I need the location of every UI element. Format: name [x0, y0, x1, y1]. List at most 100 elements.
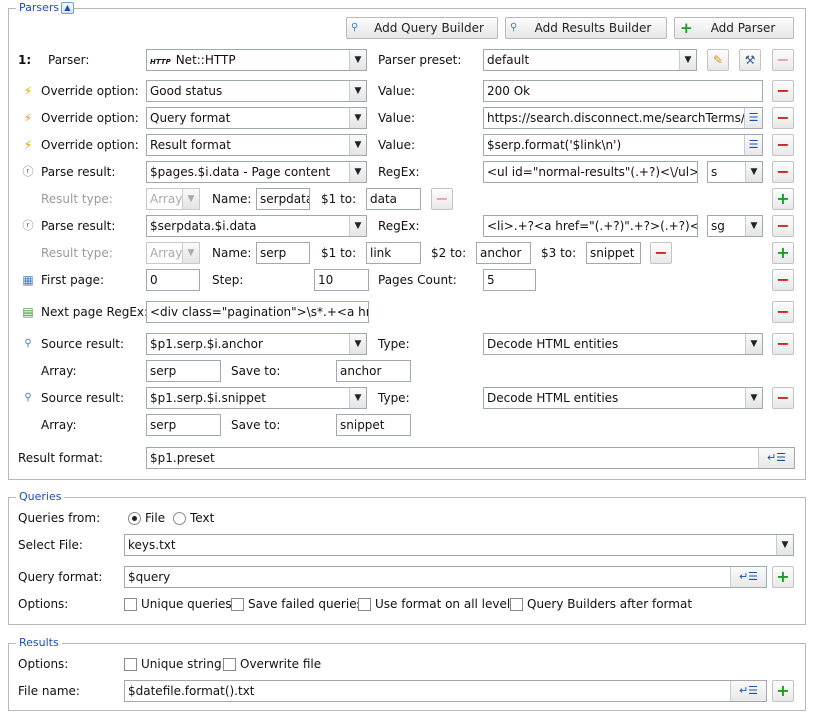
format-tools-icon[interactable]: ↵☰: [730, 681, 766, 701]
query-format-input[interactable]: $query ↵☰: [124, 566, 767, 588]
array-input[interactable]: serp: [146, 360, 221, 382]
remove-source-result-button[interactable]: −: [772, 333, 794, 355]
save-to-input[interactable]: anchor: [336, 360, 411, 382]
value-label: Value:: [378, 138, 415, 152]
lightning-icon: ⚡: [23, 111, 33, 125]
pages-count-input[interactable]: 5: [483, 269, 536, 291]
use-format-all-levels-checkbox[interactable]: [358, 598, 371, 611]
minus-icon: −: [776, 388, 790, 407]
query-builders-after-format-label[interactable]: Query Builders after format: [527, 596, 692, 612]
overwrite-file-label[interactable]: Overwrite file: [240, 656, 321, 672]
override-option-select[interactable]: Result format ▼: [146, 134, 367, 156]
overwrite-file-checkbox[interactable]: [223, 658, 236, 671]
add-results-builder-button[interactable]: ⚲ Add Results Builder: [505, 17, 667, 39]
step-input[interactable]: 10: [314, 269, 369, 291]
parse-source-select[interactable]: $serpdata.$i.data ▼: [146, 215, 367, 237]
result-format-input[interactable]: $p1.preset ↵☰: [146, 447, 795, 469]
add-capture-button[interactable]: +: [772, 188, 794, 210]
save-to-input[interactable]: snippet: [336, 414, 411, 436]
edit-preset-button[interactable]: ✎: [707, 49, 729, 71]
remove-pages-button[interactable]: −: [772, 269, 794, 291]
remove-override-button[interactable]: −: [772, 134, 794, 156]
override-value-input[interactable]: $serp.format('$link\n') ☰: [483, 134, 763, 156]
capture-input[interactable]: snippet: [586, 242, 641, 264]
regex-input[interactable]: <li>.+?<a href="(.+?)".+?>(.+?)<.+: [483, 215, 698, 237]
regex-label: RegEx:: [378, 165, 420, 179]
from-text-radio[interactable]: [173, 512, 186, 525]
list-icon[interactable]: ☰: [744, 135, 762, 155]
save-failed-queries-checkbox[interactable]: [231, 598, 244, 611]
remove-next-page-button[interactable]: −: [772, 301, 794, 323]
save-to-label: Save to:: [231, 364, 281, 378]
regex-flags-select[interactable]: sg ▼: [707, 215, 763, 237]
override-value-input[interactable]: https://search.disconnect.me/searchTerms…: [483, 107, 763, 129]
override-value-input[interactable]: 200 Ok: [483, 80, 763, 102]
type-select[interactable]: Decode HTML entities ▼: [483, 333, 763, 355]
remove-parser-button[interactable]: −: [772, 49, 794, 71]
chevron-down-icon: ▼: [745, 388, 762, 408]
add-query-builder-button[interactable]: ⚲ Add Query Builder: [346, 17, 498, 39]
parser-preset-label: Parser preset:: [378, 53, 462, 67]
override-option-select[interactable]: Query format ▼: [146, 107, 367, 129]
file-name-label: File name:: [18, 684, 80, 698]
parser-select[interactable]: HTTP Net::HTTP ▼: [146, 49, 367, 71]
minus-icon: −: [435, 189, 449, 208]
format-tools-icon[interactable]: ↵☰: [758, 448, 794, 468]
override-label: Override option:: [41, 111, 139, 125]
select-file-label: Select File:: [18, 538, 83, 552]
unique-queries-label[interactable]: Unique queries: [141, 596, 232, 612]
from-file-radio[interactable]: [128, 512, 141, 525]
add-file-format-button[interactable]: +: [772, 680, 794, 702]
unique-string-label[interactable]: Unique string: [141, 656, 222, 672]
source-result-select[interactable]: $p1.serp.$i.snippet ▼: [146, 387, 367, 409]
pages-count-label: Pages Count:: [378, 273, 457, 287]
capture-input[interactable]: data: [366, 188, 421, 210]
query-builders-after-format-checkbox[interactable]: [510, 598, 523, 611]
save-failed-queries-label[interactable]: Save failed queries: [248, 596, 363, 612]
add-parser-button[interactable]: + Add Parser: [674, 17, 794, 39]
add-query-format-button[interactable]: +: [772, 566, 794, 588]
remove-source-result-button[interactable]: −: [772, 387, 794, 409]
list-icon[interactable]: ☰: [744, 108, 762, 128]
next-page-regex-input[interactable]: <div class="pagination">\s*.+<a href=: [146, 301, 369, 323]
add-capture-button[interactable]: +: [772, 242, 794, 264]
chevron-down-icon: ▼: [349, 388, 366, 408]
parse-source-select[interactable]: $pages.$i.data - Page content ▼: [146, 161, 367, 183]
minus-icon: −: [776, 108, 790, 127]
next-page-label: Next page RegEx:: [41, 305, 149, 319]
array-input[interactable]: serp: [146, 414, 221, 436]
unique-string-checkbox[interactable]: [124, 658, 137, 671]
result-type-select[interactable]: Array ▼: [146, 188, 200, 210]
select-file-select[interactable]: keys.txt ▼: [124, 534, 794, 556]
remove-override-button[interactable]: −: [772, 107, 794, 129]
unique-queries-checkbox[interactable]: [124, 598, 137, 611]
regex-flags-select[interactable]: s ▼: [707, 161, 763, 183]
remove-override-button[interactable]: −: [772, 80, 794, 102]
from-text-label[interactable]: Text: [190, 510, 214, 526]
source-result-select[interactable]: $p1.serp.$i.anchor ▼: [146, 333, 367, 355]
parse-result-label: Parse result:: [41, 165, 116, 179]
format-tools-icon[interactable]: ↵☰: [730, 567, 766, 587]
from-file-label[interactable]: File: [145, 510, 165, 526]
first-page-input[interactable]: 0: [146, 269, 200, 291]
remove-parse-result-button[interactable]: −: [772, 215, 794, 237]
regex-input[interactable]: <ul id="normal-results"(.+?)<\/ul>: [483, 161, 698, 183]
parser-preset-select[interactable]: default ▼: [483, 49, 697, 71]
remove-capture-button[interactable]: −: [650, 242, 672, 264]
capture-input[interactable]: anchor: [476, 242, 531, 264]
plus-icon: +: [776, 243, 790, 262]
result-name-input[interactable]: serp: [256, 242, 310, 264]
remove-capture-button[interactable]: −: [431, 188, 453, 210]
result-type-select[interactable]: Array ▼: [146, 242, 200, 264]
settings-button[interactable]: ⚒: [739, 49, 761, 71]
plus-icon: +: [776, 567, 790, 586]
result-name-input[interactable]: serpdata: [256, 188, 310, 210]
collapse-icon[interactable]: ▲: [61, 2, 74, 14]
use-format-all-levels-label[interactable]: Use format on all levels: [375, 596, 516, 612]
file-name-input[interactable]: $datefile.format().txt ↵☰: [124, 680, 767, 702]
remove-parse-result-button[interactable]: −: [772, 161, 794, 183]
type-select[interactable]: Decode HTML entities ▼: [483, 387, 763, 409]
override-option-select[interactable]: Good status ▼: [146, 80, 367, 102]
source-icon: ⚲: [24, 392, 32, 403]
capture-input[interactable]: link: [366, 242, 421, 264]
